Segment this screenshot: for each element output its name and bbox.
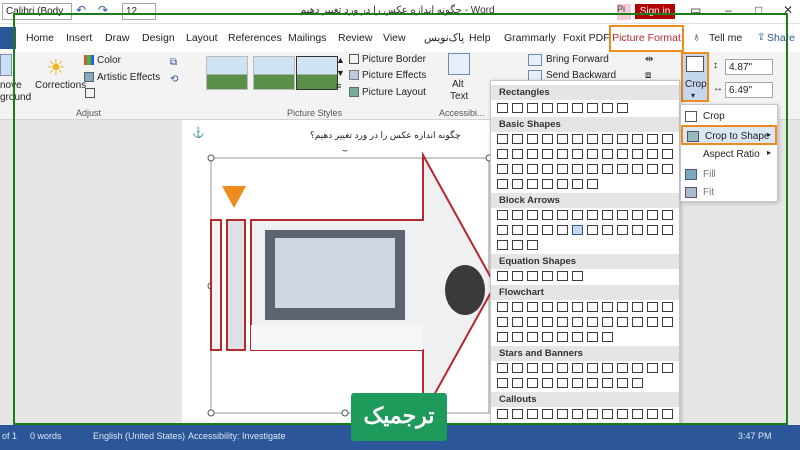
language-status[interactable]: English (United States) <box>93 431 185 441</box>
remove-background-icon[interactable] <box>0 54 12 76</box>
watermark-logo: ترجمیک <box>351 393 447 441</box>
page-count[interactable]: of 1 <box>2 431 17 441</box>
annotation-frame <box>13 13 788 425</box>
accessibility-status[interactable]: Accessibility: Investigate <box>188 431 286 441</box>
clock: 3:47 PM <box>738 431 772 441</box>
word-count[interactable]: 0 words <box>30 431 62 441</box>
